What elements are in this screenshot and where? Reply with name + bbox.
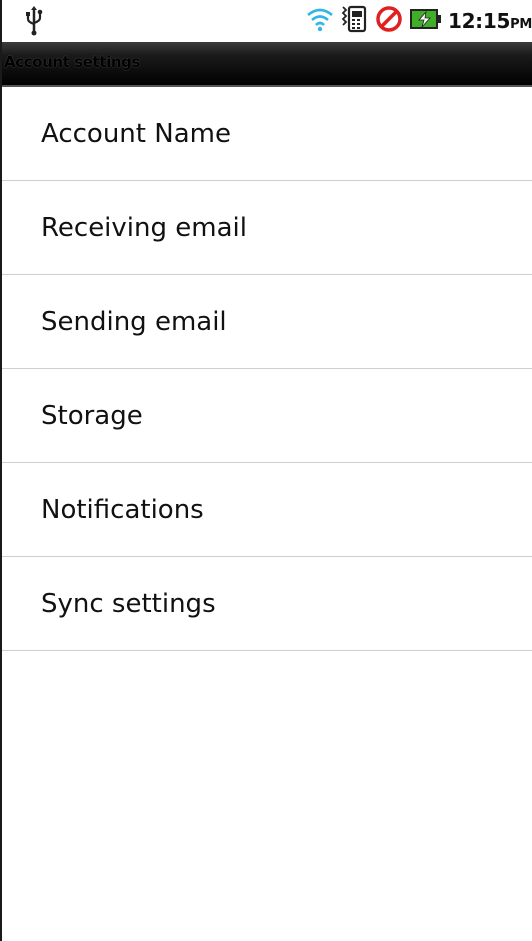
wifi-icon [306, 6, 334, 36]
no-signal-icon [374, 4, 404, 38]
settings-list: Account Name Receiving email Sending ema… [2, 87, 532, 651]
clock-ampm: PM [510, 17, 532, 32]
settings-item-label: Receiving email [41, 212, 247, 243]
settings-item-label: Account Name [41, 118, 231, 149]
page-title: Account settings [4, 53, 140, 71]
settings-item-account-name[interactable]: Account Name [2, 87, 532, 181]
account-settings-screen: 12:15PM Account settings Account Name Re… [0, 0, 532, 941]
clock-time: 12:15 [447, 9, 511, 33]
settings-item-sending-email[interactable]: Sending email [2, 275, 532, 369]
settings-item-notifications[interactable]: Notifications [2, 463, 532, 557]
settings-item-label: Sending email [41, 306, 227, 337]
status-bar: 12:15PM [2, 0, 532, 42]
settings-item-label: Storage [41, 400, 143, 431]
battery-charging-icon [409, 8, 442, 34]
clock: 12:15PM [448, 9, 532, 33]
status-icons: 12:15PM [300, 0, 532, 42]
settings-item-label: Notifications [41, 494, 204, 525]
settings-item-receiving-email[interactable]: Receiving email [2, 181, 532, 275]
settings-item-sync-settings[interactable]: Sync settings [2, 557, 532, 651]
settings-item-storage[interactable]: Storage [2, 369, 532, 463]
title-bar: Account settings [2, 42, 532, 87]
settings-item-label: Sync settings [41, 588, 216, 619]
usb-icon [24, 6, 44, 36]
vibrate-icon [340, 4, 368, 38]
